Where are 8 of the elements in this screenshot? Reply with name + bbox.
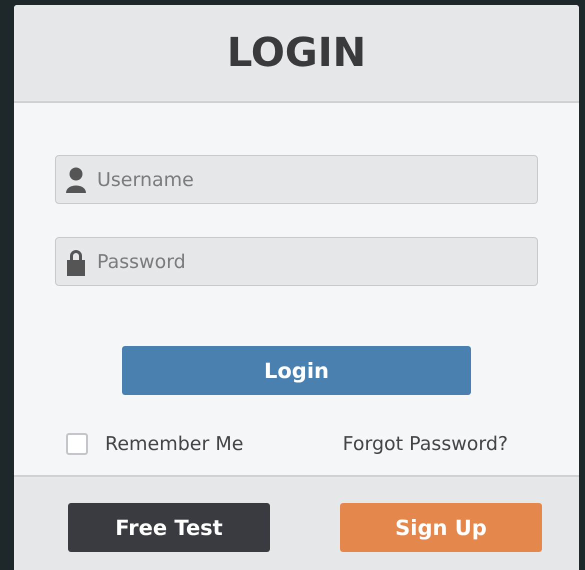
remember-checkbox[interactable]: [66, 433, 88, 455]
login-title: LOGIN: [226, 30, 366, 76]
free-test-button[interactable]: Free Test: [68, 503, 270, 552]
forgot-password-link[interactable]: Forgot Password?: [342, 433, 508, 455]
username-field[interactable]: Username: [55, 155, 538, 204]
remember-label: Remember Me: [105, 433, 244, 455]
password-field[interactable]: Password: [55, 237, 538, 286]
login-button[interactable]: Login: [122, 346, 471, 395]
